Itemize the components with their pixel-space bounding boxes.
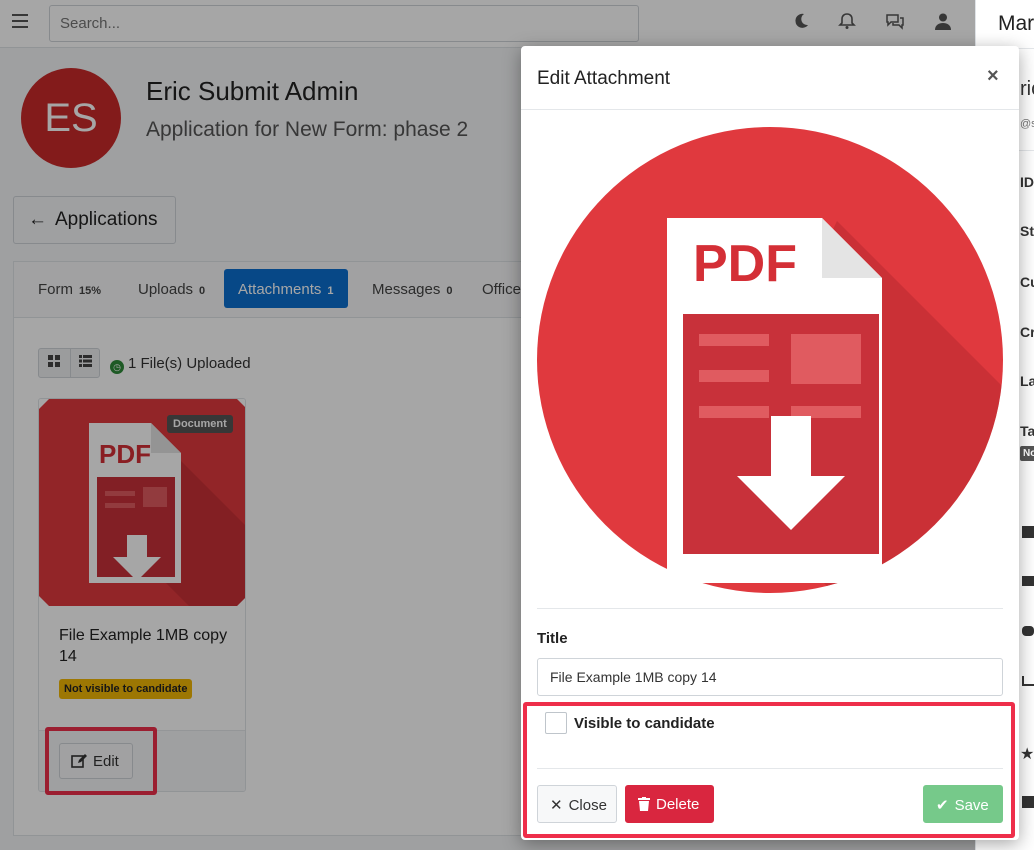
thumbs-up-icon [1022,796,1034,808]
chart-icon [1022,676,1034,686]
side-label: ID [1020,174,1034,190]
side-label: Cu [1020,274,1034,290]
side-label: St [1020,223,1034,239]
side-panel-title: Mar [998,12,1034,35]
title-label: Title [537,630,568,647]
side-label: @s [1020,118,1034,130]
comment-icon [1022,626,1034,636]
close-icon[interactable]: × [987,65,999,88]
modal-header: Edit Attachment × [521,46,1019,110]
tag-icon [1022,526,1034,538]
folder-icon [1022,576,1034,586]
title-field[interactable] [537,658,1003,696]
side-label: Cr [1020,324,1034,340]
side-label: Ta [1020,423,1034,439]
modal-title: Edit Attachment [537,68,671,89]
side-badge: No [1020,446,1034,461]
svg-text:PDF: PDF [693,235,797,293]
star-icon: ★ [1020,746,1034,763]
side-label: ric [1020,78,1034,100]
modal-divider [537,608,1003,609]
pdf-preview: PDF [537,127,1003,593]
side-label: La [1020,373,1034,389]
modal-footer-highlight [523,702,1015,838]
